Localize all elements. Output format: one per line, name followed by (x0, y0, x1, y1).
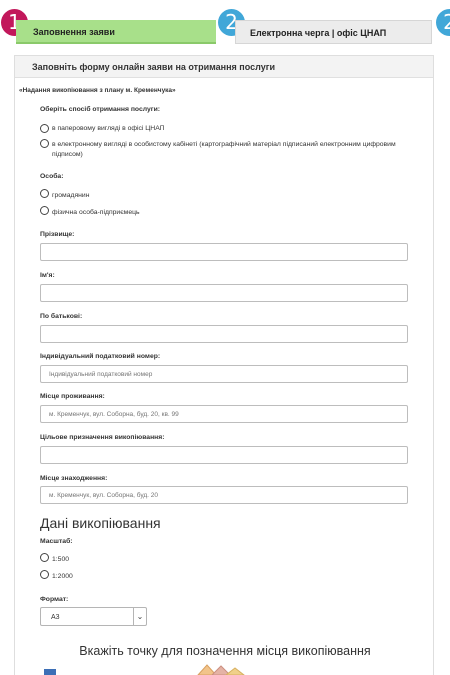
tax-id-input[interactable] (40, 365, 408, 383)
scale-option-500: 1:500 (52, 556, 70, 563)
location-label: Місце знаходження: (40, 475, 108, 482)
scale-label: Масштаб: (40, 538, 73, 545)
delivery-option-electronic: в електронному вигляді в особистому кабі… (52, 141, 396, 158)
radio-scale-500[interactable] (40, 553, 49, 562)
patronymic-input[interactable] (40, 325, 408, 343)
residence-input[interactable] (40, 405, 408, 423)
person-label: Особа: (40, 173, 64, 180)
format-select-value: А3 (51, 614, 60, 621)
delivery-label: Оберіть спосіб отримання послуги: (40, 106, 161, 113)
step-3-number: 2 (436, 9, 450, 36)
tab-application-form[interactable]: Заповнення заяви (16, 20, 216, 44)
copy-section-title: Дані викопіювання (40, 515, 161, 531)
person-option-entrepreneur: фізична особа-підприємець (52, 209, 140, 216)
delivery-option-paper: в паперовому вигляді в офісі ЦНАП (52, 125, 165, 132)
radio-scale-2000[interactable] (40, 570, 49, 579)
service-name: «Надання викопіювання з плану м. Кременч… (19, 87, 176, 94)
map-marker-icon (197, 664, 245, 675)
step-bar: 1 Заповнення заяви 2 Електронна черга | … (0, 0, 450, 50)
map-title: Вкажіть точку для позначення місця викоп… (79, 644, 371, 658)
scale-option-2000: 1:2000 (52, 573, 73, 580)
form-header: Заповніть форму онлайн заяви на отриманн… (15, 56, 433, 78)
chevron-down-icon: ⌄ (133, 608, 146, 625)
name-label: Ім'я: (40, 272, 55, 279)
radio-person-citizen[interactable] (40, 189, 49, 198)
radio-delivery-paper[interactable] (40, 124, 49, 133)
format-label: Формат: (40, 596, 69, 603)
residence-label: Місце проживання: (40, 393, 105, 400)
tax-id-label: Індивідуальний податковий номер: (40, 353, 161, 360)
surname-input[interactable] (40, 243, 408, 261)
person-option-citizen: громадянин (52, 192, 90, 199)
format-select[interactable]: А3 ⌄ (40, 607, 147, 626)
name-input[interactable] (40, 284, 408, 302)
purpose-label: Цільове призначення викопіювання: (40, 434, 165, 441)
radio-delivery-electronic[interactable] (40, 139, 49, 148)
surname-label: Прізвище: (40, 231, 75, 238)
radio-person-entrepreneur[interactable] (40, 206, 49, 215)
patronymic-label: По батькові: (40, 313, 83, 320)
purpose-input[interactable] (40, 446, 408, 464)
tab-electronic-queue[interactable]: Електронна черга | офіс ЦНАП (235, 20, 432, 44)
location-input[interactable] (40, 486, 408, 504)
map-zoom-control[interactable] (44, 669, 56, 675)
